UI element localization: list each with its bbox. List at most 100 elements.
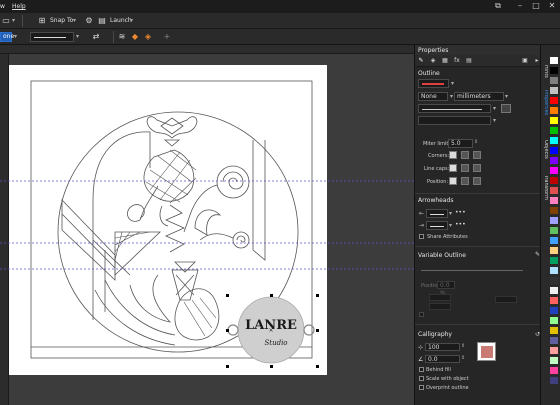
palette-swatch[interactable] xyxy=(550,297,558,304)
palette-swatch[interactable] xyxy=(550,67,558,74)
fill-icon[interactable]: ◈ xyxy=(429,57,437,65)
more-options-icon[interactable]: ••• xyxy=(455,209,466,216)
palette-swatch[interactable] xyxy=(550,277,558,284)
artwork-canvas[interactable]: LANRE Studio × xyxy=(0,0,414,405)
share-attributes-checkbox[interactable] xyxy=(419,234,424,239)
close-icon[interactable]: ✕ xyxy=(546,1,558,11)
palette-swatch[interactable] xyxy=(550,197,558,204)
palette-swatch[interactable] xyxy=(550,127,558,134)
variable-outline-slider[interactable] xyxy=(421,270,523,271)
chevron-down-icon[interactable]: ▾ xyxy=(450,93,453,100)
handle-top-left[interactable] xyxy=(226,294,229,297)
handle-top-right[interactable] xyxy=(316,294,319,297)
miter-limit-input[interactable]: 5.0 xyxy=(448,139,473,148)
palette-swatch[interactable] xyxy=(550,137,558,144)
scale-with-object-checkbox[interactable] xyxy=(419,376,424,381)
summary-icon[interactable]: ▤ xyxy=(465,57,473,65)
palette-swatch[interactable] xyxy=(550,287,558,294)
chevron-down-icon[interactable]: ▾ xyxy=(493,105,496,112)
palette-swatch[interactable] xyxy=(550,187,558,194)
color-palette xyxy=(548,45,560,405)
outside-outline-icon[interactable] xyxy=(449,177,457,185)
palette-swatch[interactable] xyxy=(550,257,558,264)
palette-swatch[interactable] xyxy=(550,87,558,94)
selection-center-icon[interactable]: × xyxy=(268,327,273,334)
palette-swatch[interactable] xyxy=(550,307,558,314)
palette-swatch[interactable] xyxy=(550,217,558,224)
end-arrowhead-dropdown[interactable] xyxy=(426,221,448,230)
palette-swatch[interactable] xyxy=(550,347,558,354)
angle-input[interactable]: 0.0 xyxy=(425,355,460,363)
palette-swatch[interactable] xyxy=(550,317,558,324)
handle-bottom-middle[interactable] xyxy=(270,365,273,368)
transparency-icon[interactable]: ▦ xyxy=(441,57,449,65)
units-dropdown[interactable]: millimeters xyxy=(454,92,504,101)
variable-position-input[interactable]: 0.0 % xyxy=(437,281,455,297)
palette-swatch[interactable] xyxy=(550,207,558,214)
palette-swatch[interactable] xyxy=(550,147,558,154)
restore-icon[interactable]: ⧉ xyxy=(492,1,504,11)
handle-top-middle[interactable] xyxy=(270,294,273,297)
chevron-down-icon[interactable]: ▾ xyxy=(451,80,454,87)
stepper-icon[interactable]: ⇕ xyxy=(461,355,465,361)
handle-middle-left[interactable] xyxy=(226,329,229,332)
palette-swatch[interactable] xyxy=(550,247,558,254)
palette-swatch[interactable] xyxy=(550,157,558,164)
chevron-down-icon[interactable]: ▾ xyxy=(505,93,508,100)
palette-swatch[interactable] xyxy=(550,167,558,174)
chevron-down-icon[interactable]: ▾ xyxy=(493,117,496,124)
line-style-picker[interactable] xyxy=(418,104,491,113)
handle-bottom-right[interactable] xyxy=(316,365,319,368)
outline-width-dropdown[interactable]: None xyxy=(418,92,448,101)
start-arrowhead-dropdown[interactable] xyxy=(426,209,448,218)
palette-swatch[interactable] xyxy=(550,77,558,84)
more-options-icon[interactable]: ••• xyxy=(455,221,466,228)
palette-swatch[interactable] xyxy=(550,327,558,334)
round-cap-icon[interactable] xyxy=(461,164,469,172)
variable-side1-input[interactable] xyxy=(429,294,451,301)
maximize-icon[interactable]: □ xyxy=(530,1,542,11)
outline-color-picker[interactable] xyxy=(418,79,449,88)
palette-swatch[interactable] xyxy=(550,97,558,104)
palette-swatch[interactable] xyxy=(550,227,558,234)
variable-side2-input[interactable] xyxy=(429,303,451,310)
behind-fill-checkbox[interactable] xyxy=(419,367,424,372)
inside-outline-icon[interactable] xyxy=(473,177,481,185)
palette-swatch[interactable] xyxy=(550,267,558,274)
miter-corner-icon[interactable] xyxy=(449,151,457,159)
round-corner-icon[interactable] xyxy=(461,151,469,159)
palette-swatch[interactable] xyxy=(550,337,558,344)
overprint-outline-label: Overprint outline xyxy=(426,385,469,391)
palette-swatch[interactable] xyxy=(550,107,558,114)
stepper-icon[interactable]: ⇕ xyxy=(474,139,478,145)
nib-preview[interactable] xyxy=(477,342,496,361)
minimize-icon[interactable]: – xyxy=(514,1,526,11)
palette-swatch[interactable] xyxy=(550,367,558,374)
stepper-icon[interactable]: ⇕ xyxy=(461,343,465,349)
bevel-corner-icon[interactable] xyxy=(473,151,481,159)
chevron-down-icon[interactable]: ▾ xyxy=(449,210,452,217)
centered-outline-icon[interactable] xyxy=(461,177,469,185)
variable-option-checkbox[interactable] xyxy=(419,312,424,317)
join-style-picker[interactable] xyxy=(418,116,491,125)
spiral-outer xyxy=(216,165,250,199)
variable-length-input[interactable] xyxy=(495,296,517,303)
effects-icon[interactable]: fx xyxy=(453,57,461,65)
palette-swatch[interactable] xyxy=(550,377,558,384)
square-cap-icon[interactable] xyxy=(473,164,481,172)
palette-swatch[interactable] xyxy=(550,117,558,124)
overprint-outline-checkbox[interactable] xyxy=(419,385,424,390)
handle-middle-right[interactable] xyxy=(316,329,319,332)
palette-swatch[interactable] xyxy=(550,357,558,364)
stretch-input[interactable]: 100 xyxy=(425,343,460,351)
palette-swatch[interactable] xyxy=(550,177,558,184)
palette-swatch[interactable] xyxy=(550,57,558,64)
line-style-settings-icon[interactable] xyxy=(501,104,511,113)
palette-swatch[interactable] xyxy=(550,237,558,244)
butt-cap-icon[interactable] xyxy=(449,164,457,172)
layout-icon[interactable]: ▣ xyxy=(521,57,529,65)
outline-pen-icon[interactable]: ✎ xyxy=(417,57,425,65)
logo-subtext: Studio xyxy=(264,339,287,347)
chevron-down-icon[interactable]: ▾ xyxy=(449,222,452,229)
handle-bottom-left[interactable] xyxy=(226,365,229,368)
